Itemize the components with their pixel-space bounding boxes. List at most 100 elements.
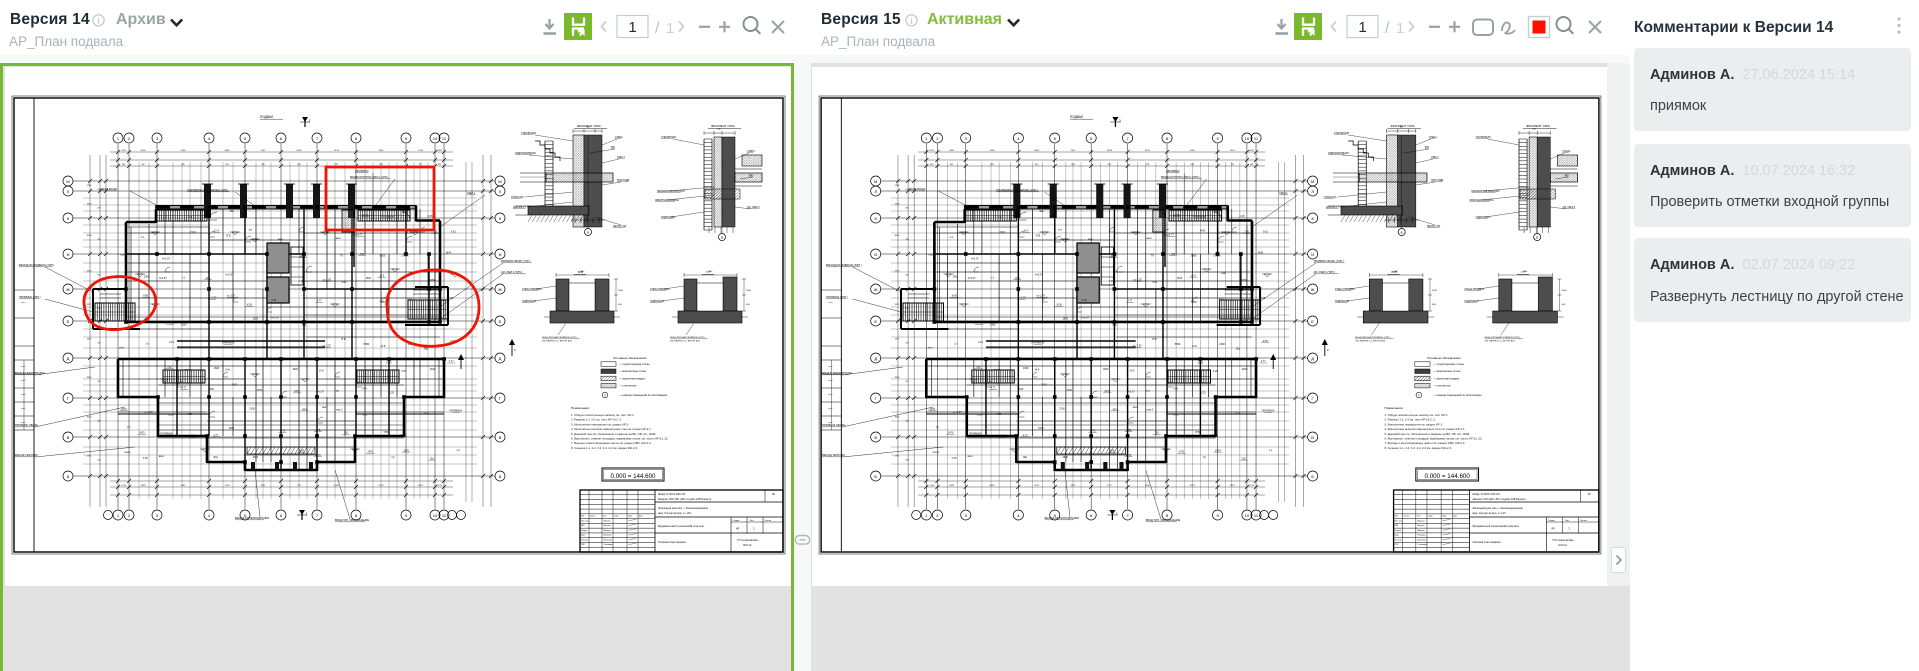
svg-text:9.61: 9.61 (379, 301, 384, 304)
svg-text:4.77: 4.77 (317, 299, 322, 302)
svg-text:552: 552 (97, 275, 101, 277)
svg-text:330: 330 (225, 164, 229, 166)
svg-text:5964: 5964 (334, 485, 340, 487)
svg-text:9: 9 (405, 136, 408, 141)
svg-text:h=2.97: h=2.97 (316, 391, 324, 394)
svg-text:УГВ: УГВ (341, 338, 346, 341)
svg-text:Стадия: Стадия (733, 520, 740, 522)
svg-text:3.18: 3.18 (271, 299, 276, 302)
svg-text:9.61: 9.61 (407, 298, 412, 301)
svg-text:И: И (499, 252, 502, 257)
svg-text:640: 640 (717, 129, 721, 131)
svg-text:ТП: ТП (127, 426, 131, 429)
svg-text:ГИП: ГИП (581, 544, 585, 546)
svg-text:12.4: 12.4 (214, 230, 219, 233)
svg-text:ПОДВАЛ: ПОДВАЛ (260, 115, 273, 119)
svg-text:Фетисова: Фетисова (604, 538, 613, 541)
svg-text:Фундаментный (технический) эта: Фундаментный (технический) этаж реш. (658, 525, 705, 528)
svg-text:12.4: 12.4 (403, 253, 408, 256)
svg-text:нваб: нваб (21, 394, 26, 396)
svg-text:2300: 2300 (181, 324, 187, 327)
svg-text:6.25: 6.25 (389, 392, 394, 395)
svg-text:Е: Е (499, 319, 502, 324)
svg-text:2470: 2470 (139, 432, 145, 435)
svg-text:720: 720 (360, 253, 365, 256)
svg-text:пом.2: пом.2 (184, 369, 191, 372)
svg-text:пом.2: пом.2 (367, 320, 374, 323)
svg-text:/: / (1385, 20, 1390, 37)
svg-text:1918: 1918 (87, 204, 93, 206)
svg-text:ВЫХОД ИЗ ТЕХПОДПОЛЬЯ: ВЫХОД ИЗ ТЕХПОДПОЛЬЯ (235, 516, 269, 520)
svg-text:8: 8 (355, 136, 358, 141)
svg-text:Дата: Дата (639, 516, 643, 518)
svg-text:№док: №док (614, 515, 619, 518)
svg-text:2. Разрезы 1-1, 2-2 см. лист А: 2. Разрезы 1-1, 2-2 см. лист АР-14.2, 3. (571, 418, 622, 422)
svg-text:мкрн. Ольгино-Кучино, уч. 14/1: мкрн. Ольгино-Кучино, уч. 14/1 (658, 513, 692, 515)
svg-text:1520: 1520 (190, 231, 196, 234)
svg-text:874: 874 (297, 164, 301, 166)
svg-text:8: 8 (355, 513, 358, 518)
svg-text:Ильвова: Ильвова (604, 535, 612, 537)
svg-text:294: 294 (97, 208, 101, 210)
svg-text:от.-2.97: от.-2.97 (322, 279, 331, 282)
svg-text:УЗЕЛ 1: УЗЕЛ 1 (467, 192, 476, 195)
svg-text:5650: 5650 (429, 279, 435, 282)
svg-text:1500: 1500 (746, 290, 752, 292)
svg-text:МОНОЛИТНЫЙ ПРИЯМОК (ТИП.): МОНОЛИТНЫЙ ПРИЯМОК (ТИП.) (542, 336, 577, 339)
svg-text:ТП: ТП (248, 229, 252, 232)
svg-text:1677: 1677 (87, 339, 93, 341)
svg-text:3. Монолитные перекрытия см. р: 3. Монолитные перекрытия см. раздел КР-1… (571, 422, 629, 426)
svg-text:2: 2 (128, 136, 131, 141)
svg-text:6.25: 6.25 (362, 413, 367, 416)
svg-text:ВХОД В ТЕХПОДПОЛЬЕ: ВХОД В ТЕХПОДПОЛЬЕ (15, 371, 45, 375)
svg-text:3972: 3972 (87, 304, 93, 306)
svg-text:нваб: нваб (21, 380, 26, 382)
svg-text:Ватутин: Ватутин (604, 525, 611, 527)
svg-text:от.-2.97: от.-2.97 (227, 295, 236, 298)
svg-text:Ж: Ж (66, 287, 70, 292)
svg-text:пом.2: пом.2 (120, 254, 127, 257)
svg-text:УГВ: УГВ (226, 234, 231, 237)
svg-text:Лист: Лист (603, 516, 607, 518)
svg-text:ГУП «Саратовский»: ГУП «Саратовский» (737, 539, 759, 542)
svg-text:4. Монолитные выпуски самонесу: 4. Монолитные выпуски самонесущих стен с… (571, 427, 652, 431)
svg-text:2807: 2807 (418, 485, 424, 487)
svg-text:1: 1 (117, 136, 120, 141)
svg-text:2267: 2267 (261, 150, 267, 152)
svg-text:4: 4 (208, 513, 211, 518)
svg-text:600: 600 (746, 304, 750, 306)
svg-text:1: 1 (628, 19, 636, 36)
svg-text:Лист: Лист (750, 520, 754, 522)
svg-text:Жилищный дом «Ж», г. Железнодо: Жилищный дом «Ж», г. Железнодорожный, (658, 507, 709, 510)
svg-text:МОНОЛИТНЫЙ ПРИЯМОК (ТИП.): МОНОЛИТНЫЙ ПРИЯМОК (ТИП.) (670, 336, 705, 339)
svg-text:3291: 3291 (261, 485, 267, 487)
svg-text:Б: Б (499, 474, 502, 479)
svg-text:КУВ: КУВ (247, 304, 252, 307)
svg-text:1704: 1704 (121, 485, 127, 487)
svg-text:2070: 2070 (300, 255, 306, 258)
svg-text:1-1: 1-1 (141, 236, 145, 239)
svg-text:3050: 3050 (87, 417, 93, 419)
svg-text:2381: 2381 (87, 185, 93, 187)
svg-text:1520: 1520 (365, 277, 371, 280)
svg-text:5650: 5650 (402, 210, 408, 213)
svg-text:1: 1 (604, 393, 606, 397)
svg-text:от.-2.97: от.-2.97 (144, 411, 153, 414)
svg-text:АР: АР (772, 493, 776, 496)
svg-text:7: 7 (316, 136, 319, 141)
svg-text:СХЕМА ВХОДА: СХЕМА ВХОДА (100, 188, 117, 191)
svg-text:581: 581 (122, 164, 126, 166)
svg-text:1520: 1520 (257, 389, 263, 392)
svg-text:5650: 5650 (401, 434, 407, 437)
svg-text:от.-2.97: от.-2.97 (208, 297, 217, 300)
svg-text:5639: 5639 (297, 150, 303, 152)
svg-text:СТЕНА ПРИЯМКА: СТЕНА ПРИЯМКА (522, 288, 542, 291)
svg-text:720: 720 (430, 457, 435, 460)
svg-text:i: i (910, 16, 913, 26)
svg-text:3305: 3305 (379, 150, 385, 152)
svg-text:ГАП: ГАП (581, 524, 585, 527)
svg-text:h=2.97: h=2.97 (162, 258, 170, 261)
svg-text:СТЕНА ПРИЯМКА: СТЕНА ПРИЯМКА (650, 288, 670, 291)
svg-text:Г: Г (499, 396, 502, 401)
svg-text:4: 4 (208, 136, 211, 141)
